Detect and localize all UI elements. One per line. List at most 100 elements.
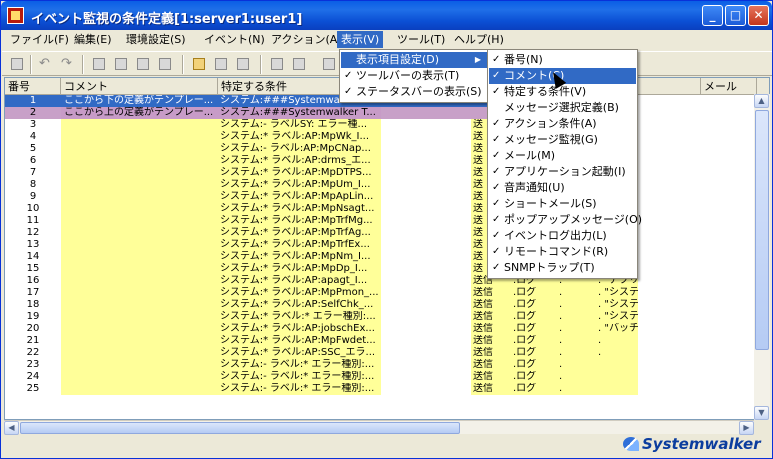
- cell-log: .ログ: [509, 347, 549, 359]
- submenu-item[interactable]: ✓ SNMPトラップ(T): [489, 260, 636, 276]
- table-row[interactable]: 10システム:* ラベル:AP:MpNsagt...送サーバ": [5, 203, 769, 215]
- submenu-item[interactable]: ✓ アクション条件(A): [489, 116, 636, 132]
- paste-special-tool-icon[interactable]: [156, 55, 174, 73]
- move-up-tool-icon[interactable]: [268, 55, 286, 73]
- maximize-button[interactable]: □: [725, 5, 746, 26]
- app-icon[interactable]: [7, 7, 24, 24]
- cell-condition: システム:* ラベル:* エラー種別:...: [218, 311, 381, 323]
- table-row[interactable]: 20 システム:* ラベル:AP:jobschEx... 送信.ログ.. "バッチ業…: [5, 323, 769, 335]
- scroll-down-button[interactable]: ▼: [754, 406, 769, 420]
- column-header-mail[interactable]: メール: [701, 78, 757, 95]
- table-row[interactable]: 18 システム:* ラベル:AP:SelfChk_... 送信.ログ.. "システム…: [5, 299, 769, 311]
- table-row[interactable]: 5システム:- ラベル:AP:MpCNap...送ワーク": [5, 143, 769, 155]
- submenu-item[interactable]: ✓ アプリケーション起動(I): [489, 164, 636, 180]
- scroll-right-button[interactable]: ▶: [739, 421, 754, 435]
- minimize-button[interactable]: _: [702, 5, 723, 26]
- table-row[interactable]: 9システム:* ラベル:AP:MpApLin...送連携": [5, 191, 769, 203]
- table-row[interactable]: 8システム:* ラベル:AP:MpUm_I...送管理": [5, 179, 769, 191]
- cell-number: 20: [5, 323, 61, 335]
- cell-comment: [61, 383, 218, 395]
- cell-empty: [381, 299, 471, 311]
- close-button[interactable]: ✕: [748, 5, 769, 26]
- check-tool-icon[interactable]: [320, 55, 338, 73]
- new-definition-tool-icon[interactable]: [190, 55, 208, 73]
- menu-item-display-columns[interactable]: 表示項目設定(D) ▶: [341, 52, 487, 68]
- submenu-item[interactable]: ✓ イベントログ出力(L): [489, 228, 636, 244]
- submenu-item[interactable]: ✓ ショートメール(S): [489, 196, 636, 212]
- menu-tools[interactable]: ツール(T): [393, 31, 449, 48]
- table-row[interactable]: 14システム:* ラベル:AP:MpNm_I...送ワーク": [5, 251, 769, 263]
- cell-condition: システム:* ラベル:AP:MpPmon_...: [218, 287, 381, 299]
- submenu-item-label: メール(M): [504, 149, 556, 162]
- submenu-item[interactable]: ✓ リモートコマンド(R): [489, 244, 636, 260]
- find-tool-icon[interactable]: [212, 55, 230, 73]
- submenu-item[interactable]: ✓ 特定する条件(V): [489, 84, 636, 100]
- column-header-number[interactable]: 番号: [5, 78, 61, 95]
- submenu-item[interactable]: ✓ メッセージ監視(G): [489, 132, 636, 148]
- submenu-item-label: リモートコマンド(R): [504, 245, 609, 258]
- column-header-comment[interactable]: コメント: [61, 78, 218, 95]
- horizontal-scrollbar[interactable]: ◀ ▶: [4, 420, 754, 435]
- submenu-item[interactable]: メッセージ選択定義(B): [489, 100, 636, 116]
- table-row[interactable]: 23 システム:- ラベル:* エラー種別:... 送信 .ログ.: [5, 359, 769, 371]
- table-row[interactable]: 6システム:* ラベル:AP:drms_エ...送配付": [5, 155, 769, 167]
- horizontal-scroll-thumb[interactable]: [20, 422, 460, 434]
- cell-number: 21: [5, 335, 61, 347]
- table-row[interactable]: 2 ここから上の定義がテンプレー... システム:###Systemwalker T…: [5, 107, 769, 119]
- check-icon: ✓: [492, 134, 501, 145]
- table-row[interactable]: 4システム:* ラベル:AP:MpWk_I...送ワーク": [5, 131, 769, 143]
- vertical-scroll-thumb[interactable]: [755, 110, 769, 350]
- menu-edit[interactable]: 編集(E): [70, 31, 116, 48]
- table-row[interactable]: 13システム:* ラベル:AP:MpTrfEx...送監視": [5, 239, 769, 251]
- move-down-tool-icon[interactable]: [290, 55, 308, 73]
- table-row[interactable]: 3システム:- ラベルSY: エラー種...送ム": [5, 119, 769, 131]
- save-tool-icon[interactable]: [8, 55, 26, 73]
- cell-extra: . "バッチ業務": [594, 323, 638, 335]
- menu-file[interactable]: ファイル(F): [6, 31, 73, 48]
- copy-tool-icon[interactable]: [112, 55, 130, 73]
- submenu-item[interactable]: ✓ 番号(N): [489, 52, 636, 68]
- menu-action[interactable]: アクション(A): [267, 31, 346, 48]
- menu-settings[interactable]: 環境設定(S): [122, 31, 190, 48]
- cell-comment: [61, 131, 218, 143]
- replace-tool-icon[interactable]: [234, 55, 252, 73]
- table-row[interactable]: 24 システム:- ラベル:* エラー種別:... 送信 .ログ.: [5, 371, 769, 383]
- cell-number: 2: [5, 107, 61, 119]
- table-row[interactable]: 7システム:* ラベル:AP:MpDTPS...送配付": [5, 167, 769, 179]
- cell-number: 1: [5, 95, 61, 107]
- cell-number: 8: [5, 179, 61, 191]
- menu-event[interactable]: イベント(N): [200, 31, 269, 48]
- scroll-up-button[interactable]: ▲: [754, 94, 769, 108]
- menu-help[interactable]: ヘルプ(H): [450, 31, 508, 48]
- scroll-left-button[interactable]: ◀: [4, 421, 19, 435]
- submenu-item[interactable]: ✓ ポップアップメッセージ(O): [489, 212, 642, 228]
- cell-number: 11: [5, 215, 61, 227]
- cell-comment: [61, 119, 218, 131]
- title-bar[interactable]: イベント監視の条件定義[1:server1:user1] _ □ ✕: [1, 1, 772, 30]
- submenu-item[interactable]: ✓ 音声通知(U): [489, 180, 636, 196]
- menu-item-show-statusbar[interactable]: ✓ ステータスバーの表示(S): [341, 84, 487, 100]
- table-row[interactable]: 21 システム:* ラベル:AP:MpFwdet... 送信 .ログ..: [5, 335, 769, 347]
- menu-item-show-toolbar[interactable]: ✓ ツールバーの表示(T): [341, 68, 487, 84]
- table-row[interactable]: 15システム:* ラベル:AP:MpDp_I...送資源配付": [5, 263, 769, 275]
- submenu-item[interactable]: ✓ メール(M): [489, 148, 636, 164]
- cell-empty: [381, 227, 471, 239]
- cell-condition: システム:* ラベル:AP:MpFwdet...: [218, 335, 381, 347]
- cell-empty: [381, 239, 471, 251]
- cell-empty: [381, 287, 471, 299]
- table-row[interactable]: 25 システム:- ラベル:* エラー種別:... 送信 .ログ.: [5, 383, 769, 395]
- paste-tool-icon[interactable]: [134, 55, 152, 73]
- check-icon: ✓: [492, 262, 501, 273]
- cell-message: 送信: [471, 335, 509, 347]
- table-row[interactable]: 11システム:* ラベル:AP:MpTrfMg...送監視": [5, 215, 769, 227]
- table-row[interactable]: 16システム:* ラベル:AP:apagt_I...送信.ログ.. "アプリ管理…: [5, 275, 769, 287]
- cut-tool-icon[interactable]: [90, 55, 108, 73]
- table-row[interactable]: 19 システム:* ラベル:* エラー種別:... 送信.ログ.. "システム": [5, 311, 769, 323]
- undo-tool-icon[interactable]: ↶: [36, 55, 54, 73]
- redo-tool-icon[interactable]: ↷: [58, 55, 76, 73]
- table-row[interactable]: 12システム:* ラベル:AP:MpTrfAg...送監視": [5, 227, 769, 239]
- vertical-scrollbar[interactable]: ▲ ▼: [754, 94, 770, 420]
- table-row[interactable]: 17 システム:* ラベル:AP:MpPmon_... 送信.ログ.. "システム": [5, 287, 769, 299]
- table-row[interactable]: 22 システム:* ラベル:AP:SSC_エラ... 送信 .ログ..: [5, 347, 769, 359]
- menu-view[interactable]: 表示(V): [337, 31, 384, 48]
